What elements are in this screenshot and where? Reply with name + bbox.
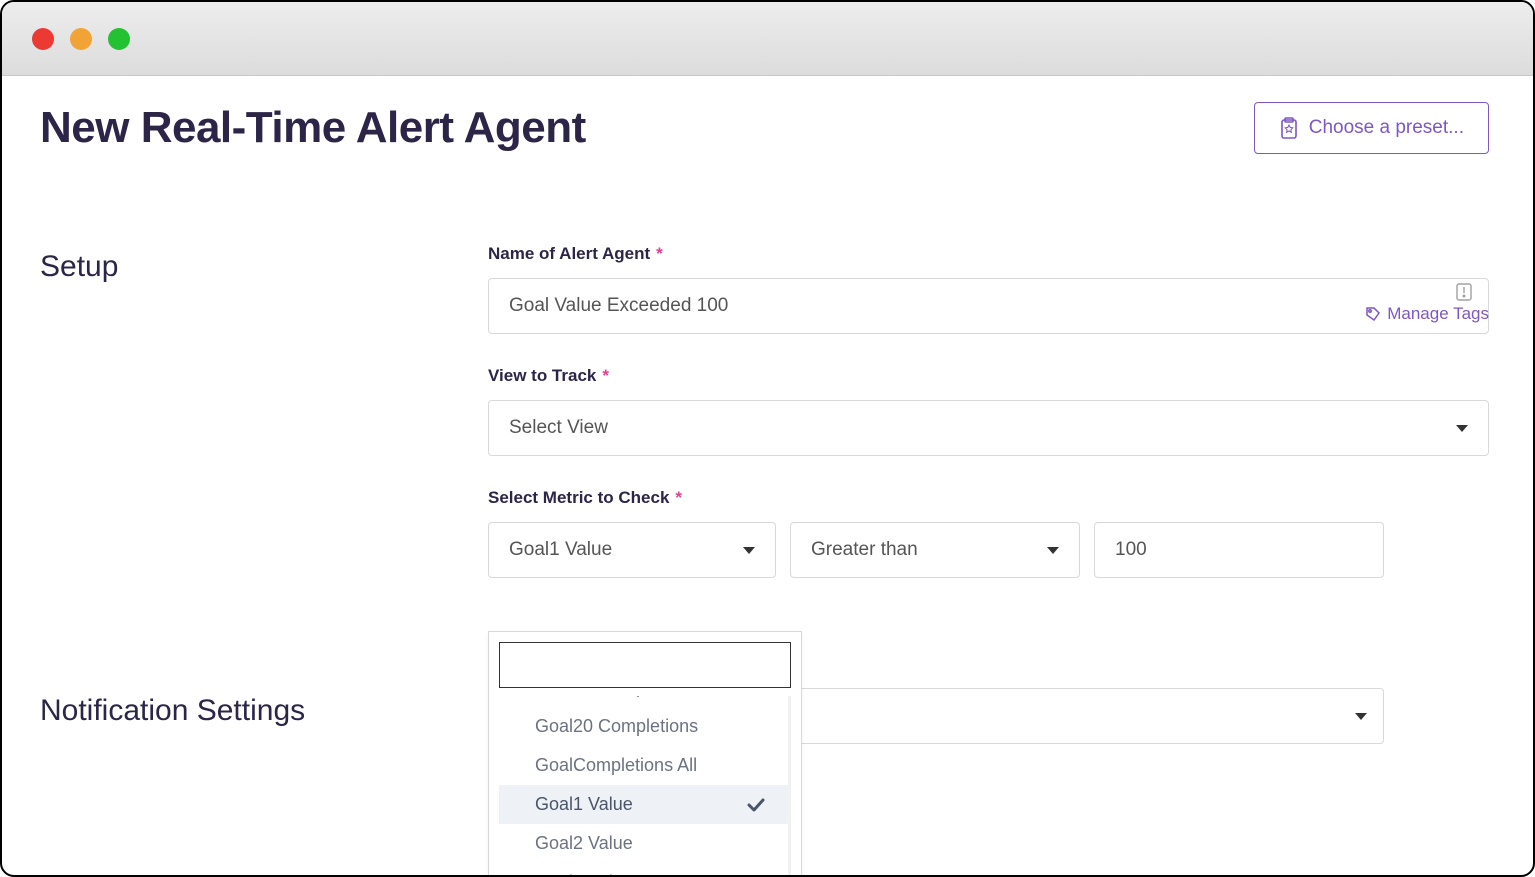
metric-dropdown-panel: Goal19 Completions Goal20 Completions Go… [488,631,802,875]
dropdown-option[interactable]: Goal3 Value [499,863,791,875]
metric-row: Goal1 Value Greater than [488,522,1489,578]
required-asterisk: * [656,244,663,264]
view-label-text: View to Track [488,366,596,386]
dropdown-option[interactable]: Goal2 Value [499,824,791,863]
metric-select[interactable]: Goal1 Value [488,522,776,578]
caret-down-icon [1456,425,1468,432]
metric-field: Select Metric to Check * Goal1 Value Gre… [488,488,1489,578]
caret-down-icon [1047,547,1059,554]
choose-preset-button[interactable]: Choose a preset... [1254,102,1489,154]
dropdown-option-selected[interactable]: Goal1 Value [499,785,791,824]
alert-name-label-text: Name of Alert Agent [488,244,650,264]
check-icon [747,798,765,812]
comparator-select-value: Greater than [811,539,918,561]
setup-fields: Name of Alert Agent * Mana [488,244,1489,578]
dropdown-option[interactable]: GoalCompletions All [499,746,791,785]
page-title: New Real-Time Alert Agent [40,103,586,153]
dropdown-scrollbar[interactable] [788,696,791,875]
titlebar [2,2,1533,76]
dropdown-option[interactable]: Goal19 Completions [499,696,791,707]
manage-tags-text: Manage Tags [1387,304,1489,324]
required-asterisk: * [602,366,609,386]
window-zoom-button[interactable] [108,28,130,50]
alert-name-label: Name of Alert Agent * [488,244,1489,264]
app-window: New Real-Time Alert Agent Choose a prese… [0,0,1535,877]
metric-select-value: Goal1 Value [509,539,612,561]
content-area: New Real-Time Alert Agent Choose a prese… [2,76,1533,875]
threshold-input[interactable] [1094,522,1384,578]
choose-preset-label: Choose a preset... [1309,117,1464,139]
metric-label-text: Select Metric to Check [488,488,669,508]
page-header: New Real-Time Alert Agent Choose a prese… [40,102,1489,154]
tag-icon [1365,306,1381,322]
required-asterisk: * [675,488,682,508]
alert-name-input[interactable] [488,278,1489,334]
view-to-track-field: View to Track * Select View [488,366,1489,456]
view-select[interactable]: Select View [488,400,1489,456]
setup-section-label: Setup [40,244,488,578]
dropdown-search-input[interactable] [499,642,791,688]
option-label: GoalCompletions All [535,755,697,776]
window-close-button[interactable] [32,28,54,50]
option-label: Goal2 Value [535,833,633,854]
option-label: Goal1 Value [535,794,633,815]
alert-icon [1455,282,1473,302]
view-label: View to Track * [488,366,1489,386]
alert-name-field: Name of Alert Agent * Mana [488,244,1489,334]
option-label: Goal19 Completions [535,696,698,698]
view-select-value: Select View [509,417,608,439]
metric-label: Select Metric to Check * [488,488,1489,508]
comparator-select[interactable]: Greater than [790,522,1080,578]
caret-down-icon [1355,713,1367,720]
option-label: Goal20 Completions [535,716,698,737]
window-minimize-button[interactable] [70,28,92,50]
caret-down-icon [743,547,755,554]
preset-icon [1279,117,1299,139]
scroll-up-arrow-icon [791,698,792,703]
manage-tags-link[interactable]: Manage Tags [1365,304,1489,324]
dropdown-option[interactable]: Goal20 Completions [499,707,791,746]
dropdown-list: Goal19 Completions Goal20 Completions Go… [499,696,791,875]
notification-section-label: Notification Settings [40,688,488,744]
setup-section: Setup Name of Alert Agent * [40,244,1489,578]
option-label: Goal3 Value [535,872,633,875]
